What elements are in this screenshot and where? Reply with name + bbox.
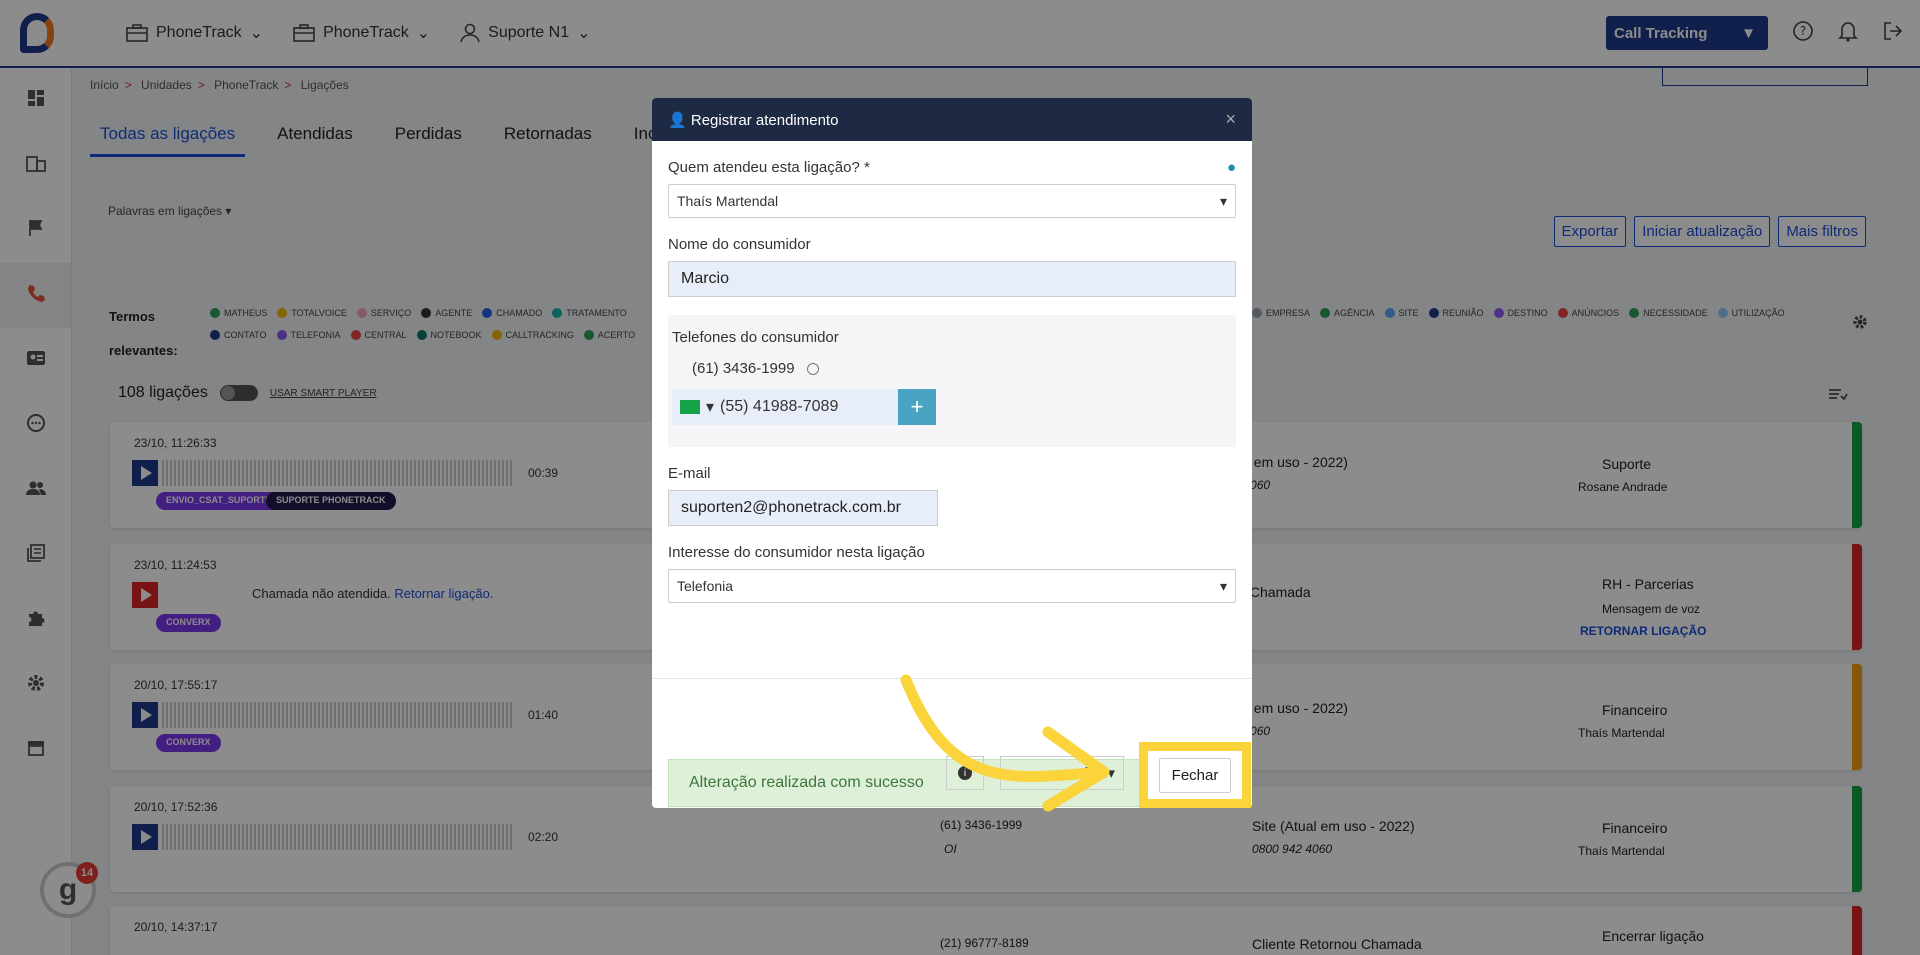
add-phone-button[interactable]: + [898, 389, 936, 425]
interest-select[interactable]: Telefonia ▾ [668, 569, 1236, 603]
caret-down-icon: ▾ [1219, 192, 1227, 209]
phone-row: (61) 3436-1999 [692, 360, 1232, 377]
modal-body: Quem atendeu esta ligação? * ● Thaís Mart… [652, 159, 1252, 807]
consumer-phones-label: Telefones do consumidor [672, 329, 839, 346]
who-answered-text: Quem atendeu esta ligação? * [668, 159, 870, 176]
user-icon: 👤 [668, 111, 687, 129]
close-button-highlight: Fechar [1139, 742, 1251, 808]
consumer-name-input[interactable]: Marcio [668, 261, 1236, 297]
email-label: E-mail [668, 465, 711, 482]
new-phone-input[interactable]: ▾ (55) 41988-7089 [672, 389, 898, 425]
who-answered-value: Thaís Martendal [677, 193, 779, 209]
primary-radio[interactable] [806, 362, 819, 375]
phone-number: (61) 3436-1999 [692, 360, 795, 377]
interest-label: Interesse do consumidor nesta ligação [668, 544, 925, 561]
email-input[interactable]: suporten2@phonetrack.com.br [668, 490, 938, 526]
consumer-name-label: Nome do consumidor [668, 236, 811, 253]
modal-header: 👤 Registrar atendimento × [652, 98, 1252, 141]
consumer-phones-panel: Telefones do consumidor (61) 3436-1999 ▾… [668, 315, 1236, 447]
modal-title-text: Registrar atendimento [690, 111, 839, 129]
modal-divider [652, 678, 1252, 679]
actions-dropdown[interactable]: ões ▾ [1000, 756, 1124, 790]
info-icon: i [958, 766, 972, 780]
who-answered-label: Quem atendeu esta ligação? * ● [668, 159, 1236, 176]
modal-title: 👤 Registrar atendimento [668, 111, 838, 129]
help-icon[interactable]: ● [1227, 159, 1236, 176]
info-button[interactable]: i [946, 756, 984, 790]
brazil-flag-icon[interactable] [680, 400, 700, 414]
interest-value: Telefonia [677, 578, 734, 594]
close-button[interactable]: Fechar [1158, 757, 1232, 793]
close-icon[interactable]: × [1225, 109, 1236, 130]
register-call-modal: 👤 Registrar atendimento × Quem atendeu e… [652, 98, 1252, 808]
caret-down-icon: ▾ [1219, 577, 1227, 594]
who-answered-select[interactable]: Thaís Martendal ▾ [668, 184, 1236, 218]
actions-label: ões [1083, 764, 1108, 782]
new-phone-value: (55) 41988-7089 [720, 398, 839, 415]
new-phone-row: ▾ (55) 41988-7089 + [672, 389, 1232, 425]
